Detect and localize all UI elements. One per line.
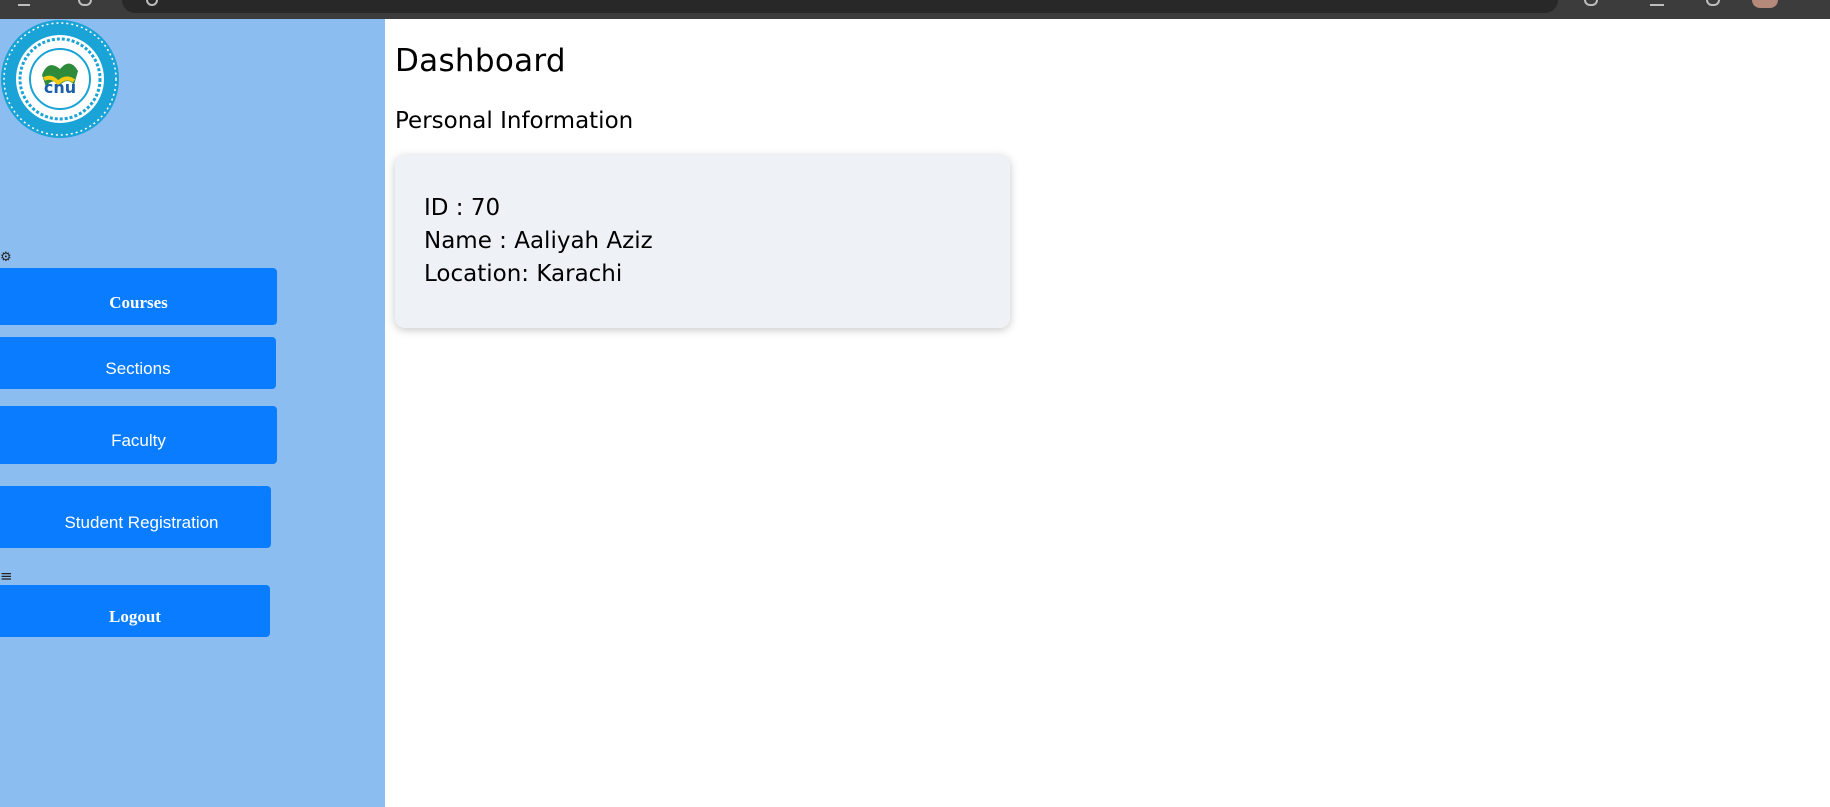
- sidebar: cnu ⚙ Courses Sections Faculty Student R…: [0, 19, 385, 807]
- extensions-icon[interactable]: [1584, 0, 1598, 6]
- sections-button[interactable]: Sections: [0, 337, 276, 389]
- personal-info-card: ID : 70 Name : Aaliyah Aziz Location: Ka…: [395, 155, 1010, 328]
- grid-icon: ⚙: [0, 250, 12, 265]
- logout-button[interactable]: Logout: [0, 585, 270, 637]
- info-name: Name : Aaliyah Aziz: [424, 228, 653, 254]
- address-bar[interactable]: [122, 0, 1558, 13]
- main-content: Dashboard Personal Information ID : 70 N…: [385, 19, 1830, 807]
- section-title: Personal Information: [395, 108, 634, 134]
- tab-search-icon[interactable]: [1706, 0, 1720, 6]
- reload-icon[interactable]: [78, 0, 92, 6]
- menu-icon[interactable]: ≡: [0, 569, 13, 584]
- info-id: ID : 70: [424, 195, 501, 221]
- faculty-button[interactable]: Faculty: [0, 406, 277, 464]
- info-location: Location: Karachi: [424, 261, 623, 287]
- university-logo: cnu: [1, 20, 119, 138]
- student-registration-button[interactable]: Student Registration: [0, 486, 271, 548]
- media-icon[interactable]: [1650, 0, 1664, 6]
- svg-text:cnu: cnu: [44, 78, 76, 97]
- courses-button[interactable]: Courses: [0, 268, 277, 325]
- back-icon[interactable]: [18, 0, 30, 6]
- profile-avatar[interactable]: [1752, 0, 1778, 8]
- site-info-icon[interactable]: [146, 0, 158, 6]
- browser-toolbar: [0, 0, 1830, 19]
- page-title: Dashboard: [395, 43, 566, 79]
